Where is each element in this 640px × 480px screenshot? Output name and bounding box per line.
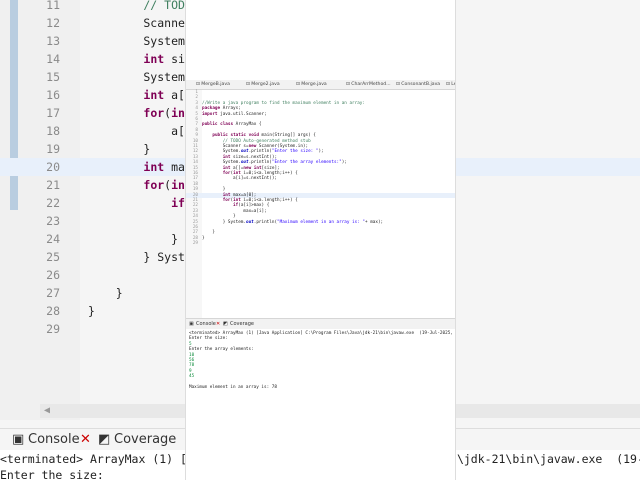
- line-number: 15: [46, 70, 60, 84]
- editor-tab[interactable]: ⊡ Merge.java: [296, 81, 327, 88]
- code-text: }: [88, 304, 95, 318]
- line-number: 11: [46, 0, 60, 12]
- line-number: 29: [46, 322, 60, 336]
- line-number: 19: [46, 142, 60, 156]
- coverage-icon: ◩: [98, 432, 111, 447]
- line-number: 27: [46, 286, 60, 300]
- line-number: 13: [46, 34, 60, 48]
- line-number: 18: [46, 124, 60, 138]
- code-line: 29: [186, 241, 455, 246]
- console-line: Enter the array elements:: [189, 347, 254, 353]
- line-number: 28: [46, 304, 60, 318]
- close-icon[interactable]: ✕: [80, 431, 91, 449]
- line-number: 22: [46, 196, 60, 210]
- line-number: 29: [192, 241, 198, 247]
- editor-tab[interactable]: ⊡ Merge2.java: [246, 81, 280, 88]
- console-line: Maximum element in an array is: 78: [189, 385, 277, 390]
- foreground-eclipse-window: ⊡ MergeB.java ⊡ Merge2.java ⊡ Merge.java ⊡ …: [186, 0, 455, 480]
- line-number: 20: [46, 160, 60, 174]
- close-icon[interactable]: ✕: [216, 320, 220, 328]
- console-icon: ▣: [12, 432, 25, 447]
- line-number: 23: [46, 214, 60, 228]
- code-text: }: [88, 142, 151, 156]
- line-number: 16: [46, 88, 60, 102]
- editor-tab[interactable]: ⊡ MergeB.java: [196, 81, 230, 88]
- line-number: 25: [46, 250, 60, 264]
- editor-tab[interactable]: ⊡ CharArrMethod...: [346, 81, 391, 88]
- line-number: 12: [46, 16, 60, 30]
- console-line: <terminated> ArrayMax (1) [Java Applicat…: [189, 331, 455, 336]
- code-text: }: [88, 286, 123, 300]
- tab-console[interactable]: Console: [196, 320, 216, 328]
- tab-console[interactable]: Console: [28, 431, 80, 449]
- line-number: 17: [46, 106, 60, 120]
- editor-tab[interactable]: ⊡ ConsonantB.java: [396, 81, 440, 88]
- console-line: 45: [189, 374, 195, 380]
- line-number: 24: [46, 232, 60, 246]
- tab-coverage[interactable]: Coverage: [230, 320, 254, 328]
- console-icon: ▣: [189, 321, 194, 327]
- tab-coverage[interactable]: Coverage: [114, 431, 176, 449]
- console-line: Enter the size:: [189, 336, 228, 342]
- scroll-left-arrow-icon[interactable]: ◀: [40, 404, 54, 418]
- editor-tab-bar: ⊡ MergeB.java ⊡ Merge2.java ⊡ Merge.java ⊡ …: [186, 80, 455, 90]
- coverage-icon: ◩: [223, 321, 228, 327]
- code-editor[interactable]: 1 2 3//Write a java program to find the ma…: [186, 90, 455, 318]
- console-output[interactable]: <terminated> ArrayMax (1) [Java Applicat…: [186, 329, 455, 480]
- line-number: 26: [46, 268, 60, 282]
- line-number: 14: [46, 52, 60, 66]
- code-text: }: [88, 232, 179, 246]
- line-number: 21: [46, 178, 60, 192]
- foreground-blank-area: [186, 0, 455, 80]
- editor-tab[interactable]: ⊡ Lex: [446, 81, 455, 88]
